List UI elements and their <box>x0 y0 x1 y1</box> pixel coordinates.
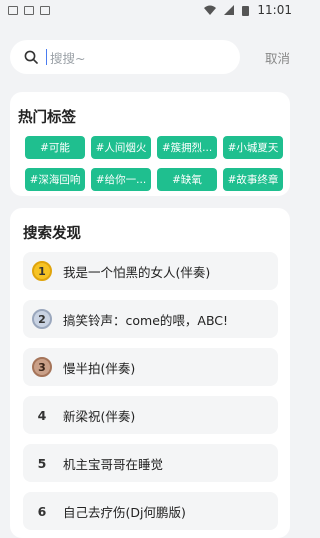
song-title: 新梁祝(伴奏) <box>63 408 136 424</box>
list-item[interactable]: 1 我是一个怕黑的女人(伴奏) <box>23 252 278 290</box>
hot-tag[interactable]: #深海回响 <box>25 168 85 191</box>
silver-medal-icon: 2 <box>32 309 52 329</box>
search-input[interactable]: 搜搜~ <box>10 40 240 74</box>
song-title: 搞笑铃声：come的喂，ABC! <box>63 312 229 328</box>
hot-tag[interactable]: #人间烟火 <box>91 136 151 159</box>
search-icon <box>24 50 38 64</box>
text-caret <box>46 49 47 65</box>
font-icon <box>40 5 50 15</box>
image-icon <box>24 5 34 15</box>
list-item[interactable]: 4 新梁祝(伴奏) <box>23 396 278 434</box>
status-right: 11:01 <box>204 3 292 17</box>
hot-tag[interactable]: #缺氧 <box>157 168 217 191</box>
discover-list: 1 我是一个怕黑的女人(伴奏) 2 搞笑铃声：come的喂，ABC! 3 慢半拍… <box>10 243 290 530</box>
song-title: 机主宝哥哥在睡觉 <box>63 456 164 472</box>
hot-tag[interactable]: #簇拥烈... <box>157 136 217 159</box>
song-title: 慢半拍(伴奏) <box>63 360 136 376</box>
clock: 11:01 <box>257 3 292 17</box>
rank-number: 6 <box>37 503 47 519</box>
search-discover-card: 搜索发现 1 我是一个怕黑的女人(伴奏) 2 搞笑铃声：come的喂，ABC! … <box>10 208 290 538</box>
hot-tag[interactable]: #可能 <box>25 136 85 159</box>
hot-tags-title: 热门标签 <box>18 110 76 126</box>
rank-number: 4 <box>37 407 47 423</box>
hot-tag[interactable]: #故事终章 <box>223 168 283 191</box>
discover-title: 搜索发现 <box>23 226 81 242</box>
status-bar: 11:01 <box>0 0 300 20</box>
battery-icon <box>242 5 250 16</box>
song-title: 自己去疗伤(Dj何鹏版) <box>63 504 186 520</box>
hot-tags-card: 热门标签 #可能 #人间烟火 #簇拥烈... #小城夏天 #深海回响 #给你一.… <box>10 92 290 196</box>
hot-tags-grid: #可能 #人间烟火 #簇拥烈... #小城夏天 #深海回响 #给你一... #缺… <box>10 127 290 191</box>
bronze-medal-icon: 3 <box>32 357 52 377</box>
keyboard-icon <box>8 5 18 15</box>
list-item[interactable]: 6 自己去疗伤(Dj何鹏版) <box>23 492 278 530</box>
hot-tag[interactable]: #给你一... <box>91 168 151 191</box>
status-left-icons <box>8 5 50 15</box>
cancel-button[interactable]: 取消 <box>250 48 290 67</box>
list-item[interactable]: 5 机主宝哥哥在睡觉 <box>23 444 278 482</box>
gold-medal-icon: 1 <box>32 261 52 281</box>
search-row: 搜搜~ 取消 <box>0 40 300 74</box>
list-item[interactable]: 3 慢半拍(伴奏) <box>23 348 278 386</box>
signal-icon <box>224 5 235 15</box>
song-title: 我是一个怕黑的女人(伴奏) <box>63 264 211 280</box>
wifi-icon <box>204 5 217 15</box>
hot-tag[interactable]: #小城夏天 <box>223 136 283 159</box>
search-placeholder: 搜搜~ <box>50 50 86 66</box>
rank-number: 5 <box>37 455 47 471</box>
list-item[interactable]: 2 搞笑铃声：come的喂，ABC! <box>23 300 278 338</box>
